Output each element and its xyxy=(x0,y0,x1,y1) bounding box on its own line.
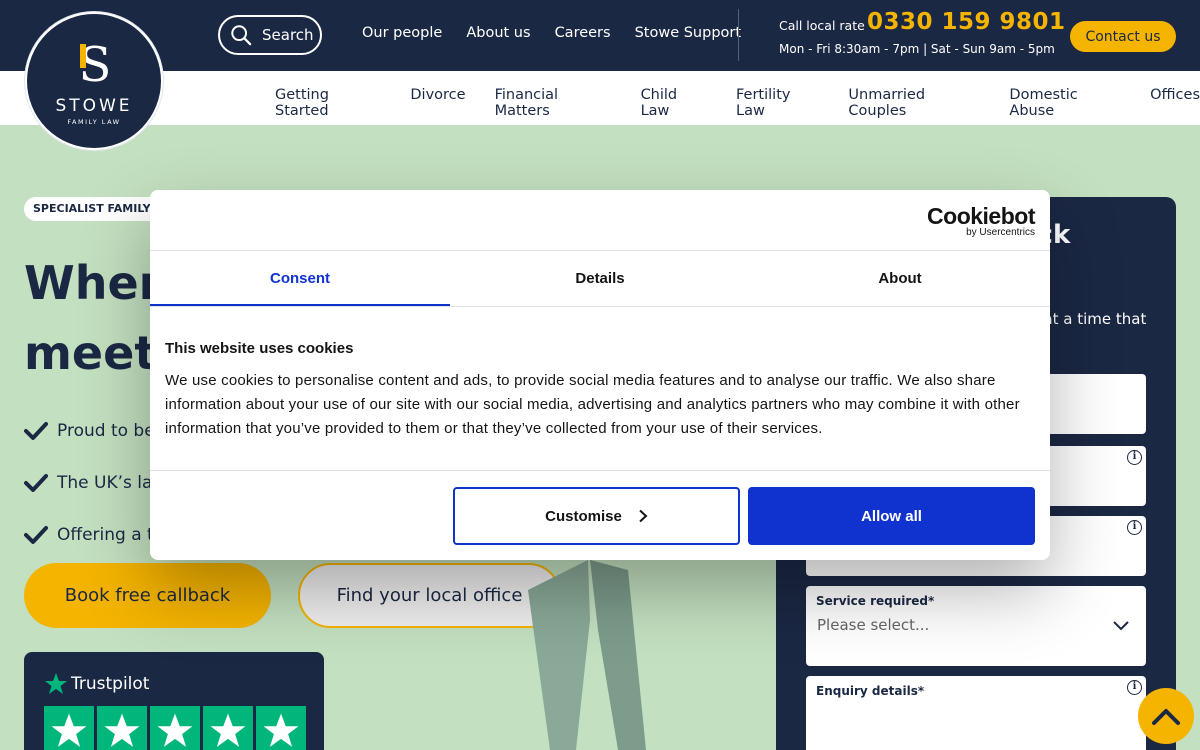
nav-financial-matters[interactable]: Financial Matters xyxy=(495,87,612,119)
chevron-down-icon xyxy=(1113,621,1129,631)
cookiebot-logo[interactable]: Cookiebot by Usercentrics xyxy=(927,204,1035,238)
checkmark-icon xyxy=(24,474,48,492)
rating-star xyxy=(150,706,200,750)
main-nav: Getting Started Divorce Financial Matter… xyxy=(275,87,1200,119)
trustpilot-star-icon xyxy=(45,673,67,694)
trustpilot-stars xyxy=(44,706,306,750)
feature-list: Proud to be The UK’s lar Offering a t xyxy=(24,405,159,561)
service-select[interactable]: Service required* Please select... xyxy=(806,586,1146,666)
checkmark-icon xyxy=(24,422,48,440)
trustpilot-label: Trustpilot xyxy=(71,674,150,694)
nav-offices[interactable]: Offices xyxy=(1150,87,1200,119)
chevron-up-icon xyxy=(1152,709,1180,725)
nav-fertility-law[interactable]: Fertility Law xyxy=(736,87,819,119)
nav-divorce[interactable]: Divorce xyxy=(410,87,465,119)
divider xyxy=(150,470,1050,471)
customise-button[interactable]: Customise xyxy=(453,487,740,545)
phone-number[interactable]: 0330 159 9801 xyxy=(867,9,1066,35)
search-icon xyxy=(231,25,252,46)
feature-text: Proud to be xyxy=(57,421,155,441)
checkmark-icon xyxy=(24,526,48,544)
find-office-button[interactable]: Find your local office xyxy=(298,563,561,628)
tab-consent[interactable]: Consent xyxy=(150,251,450,306)
nav-child-law[interactable]: Child Law xyxy=(641,87,707,119)
top-links: Our people About us Careers Stowe Suppor… xyxy=(362,25,741,41)
tab-details[interactable]: Details xyxy=(450,251,750,306)
info-icon[interactable]: i xyxy=(1127,520,1142,535)
star-icon xyxy=(104,713,140,747)
enquiry-label: Enquiry details* xyxy=(816,684,925,698)
rating-star xyxy=(256,706,306,750)
contact-us-button[interactable]: Contact us xyxy=(1070,21,1176,52)
allow-all-button[interactable]: Allow all xyxy=(748,487,1035,545)
brand-name: STOWE xyxy=(55,96,133,116)
search-label: Search xyxy=(262,26,314,44)
search-button[interactable]: Search xyxy=(218,15,322,55)
divider xyxy=(150,306,1050,307)
service-label: Service required* xyxy=(816,594,935,608)
top-link-stowe-support[interactable]: Stowe Support xyxy=(635,25,741,41)
cookiebot-logo-subtext: by Usercentrics xyxy=(966,227,1035,238)
trustpilot-widget[interactable]: Trustpilot xyxy=(24,652,324,750)
scroll-to-top-button[interactable] xyxy=(1138,688,1194,744)
nav-domestic-abuse[interactable]: Domestic Abuse xyxy=(1009,87,1121,119)
info-icon[interactable]: i xyxy=(1127,680,1142,695)
star-icon xyxy=(157,713,193,747)
service-placeholder: Please select... xyxy=(817,616,930,634)
top-link-about-us[interactable]: About us xyxy=(466,25,530,41)
star-icon xyxy=(263,713,299,747)
enquiry-textarea[interactable]: Enquiry details* i xyxy=(806,676,1146,750)
info-icon[interactable]: i xyxy=(1127,450,1142,465)
nav-getting-started[interactable]: Getting Started xyxy=(275,87,381,119)
rating-star xyxy=(97,706,147,750)
brand-subtitle: FAMILY LAW xyxy=(67,118,121,126)
cookiebot-logo-text: Cookiebot xyxy=(927,203,1035,229)
hero-person-image xyxy=(528,560,646,750)
feature-item: Proud to be xyxy=(24,405,159,457)
trustpilot-logo: Trustpilot xyxy=(44,672,149,696)
feature-item: The UK’s lar xyxy=(24,457,159,509)
feature-text: Offering a t xyxy=(57,525,154,545)
star-icon xyxy=(210,713,246,747)
cookie-description: We use cookies to personalise content an… xyxy=(165,372,1020,437)
tab-about[interactable]: About xyxy=(750,251,1050,306)
cookie-title: This website uses cookies xyxy=(165,340,354,357)
rating-star xyxy=(44,706,94,750)
s-mark-icon: S xyxy=(78,37,112,93)
call-rate-label: Call local rate xyxy=(779,18,865,33)
cookie-tabs: Consent Details About xyxy=(150,251,1050,306)
rating-star xyxy=(203,706,253,750)
top-link-careers[interactable]: Careers xyxy=(555,25,611,41)
chevron-right-icon xyxy=(639,509,648,523)
star-icon xyxy=(51,713,87,747)
top-link-our-people[interactable]: Our people xyxy=(362,25,442,41)
header-divider xyxy=(738,9,739,61)
nav-unmarried-couples[interactable]: Unmarried Couples xyxy=(848,87,980,119)
book-callback-button[interactable]: Book free callback xyxy=(24,563,271,628)
customise-label: Customise xyxy=(545,507,622,525)
opening-hours: Mon - Fri 8:30am - 7pm | Sat - Sun 9am -… xyxy=(779,42,1055,56)
feature-item: Offering a t xyxy=(24,509,159,561)
stowe-logo[interactable]: S STOWE FAMILY LAW xyxy=(25,12,163,150)
cookie-consent-dialog: Cookiebot by Usercentrics Consent Detail… xyxy=(150,190,1050,560)
feature-text: The UK’s lar xyxy=(57,473,160,493)
